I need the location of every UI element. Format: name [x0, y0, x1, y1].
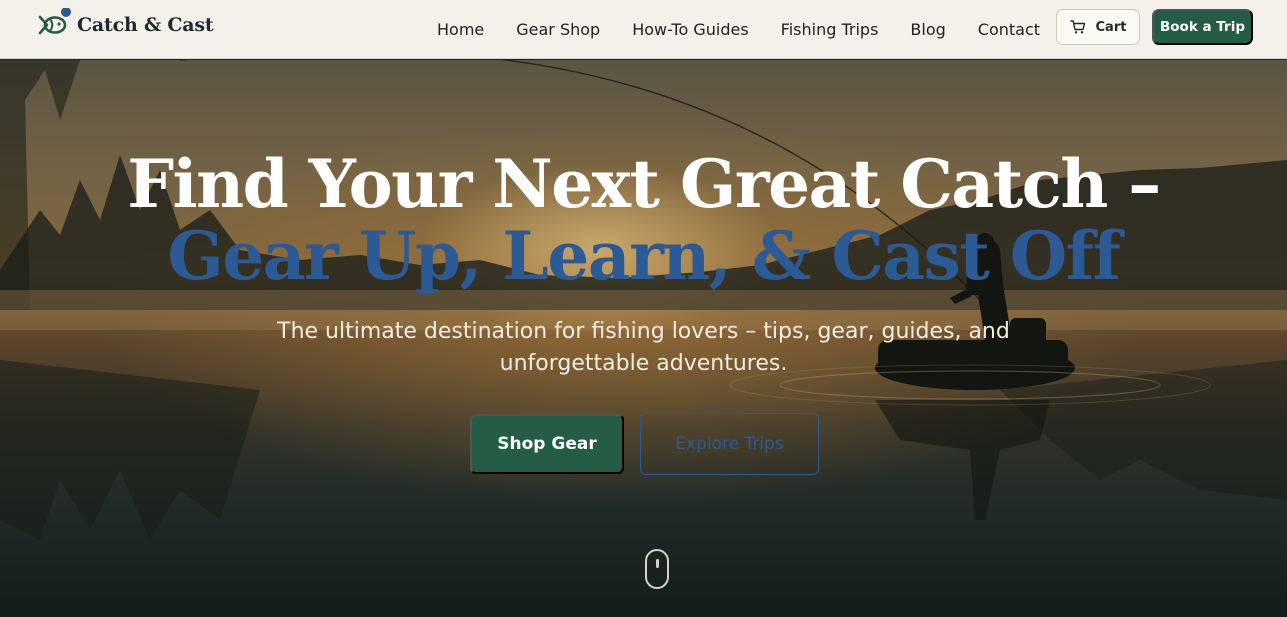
nav-link-blog[interactable]: Blog	[910, 20, 945, 39]
book-a-trip-button[interactable]: Book a Trip	[1152, 9, 1253, 45]
hero-headline: Find Your Next Great Catch – Gear Up, Le…	[0, 148, 1287, 292]
shop-gear-button[interactable]: Shop Gear	[470, 414, 624, 474]
nav-link-gear-shop[interactable]: Gear Shop	[516, 20, 600, 39]
cart-label: Cart	[1095, 19, 1127, 35]
brand-logo[interactable]: Catch & Cast	[37, 7, 214, 42]
main-navigation: Home Gear Shop How-To Guides Fishing Tri…	[437, 0, 1040, 59]
mouse-scroll-icon[interactable]	[645, 549, 669, 589]
brand-name: Catch & Cast	[77, 14, 214, 36]
hero-subtext-line2: unforgettable adventures.	[499, 351, 788, 376]
nav-link-fishing-trips[interactable]: Fishing Trips	[781, 20, 879, 39]
nav-link-home[interactable]: Home	[437, 20, 484, 39]
hero-subtext: The ultimate destination for fishing lov…	[0, 316, 1287, 380]
hero-section: Find Your Next Great Catch – Gear Up, Le…	[0, 60, 1287, 617]
hero-headline-line2: Gear Up, Learn, & Cast Off	[167, 217, 1121, 295]
cart-button[interactable]: Cart	[1056, 9, 1140, 45]
nav-link-contact[interactable]: Contact	[978, 20, 1040, 39]
hero-subtext-line1: The ultimate destination for fishing lov…	[277, 319, 1010, 344]
scroll-wheel-dot	[656, 559, 659, 568]
hero-headline-line1: Find Your Next Great Catch –	[127, 145, 1161, 223]
cart-icon	[1069, 20, 1085, 34]
explore-trips-button[interactable]: Explore Trips	[640, 413, 819, 475]
fish-logo-icon	[37, 7, 71, 42]
nav-link-how-to-guides[interactable]: How-To Guides	[632, 20, 748, 39]
top-navbar: Catch & Cast Home Gear Shop How-To Guide…	[0, 0, 1287, 59]
